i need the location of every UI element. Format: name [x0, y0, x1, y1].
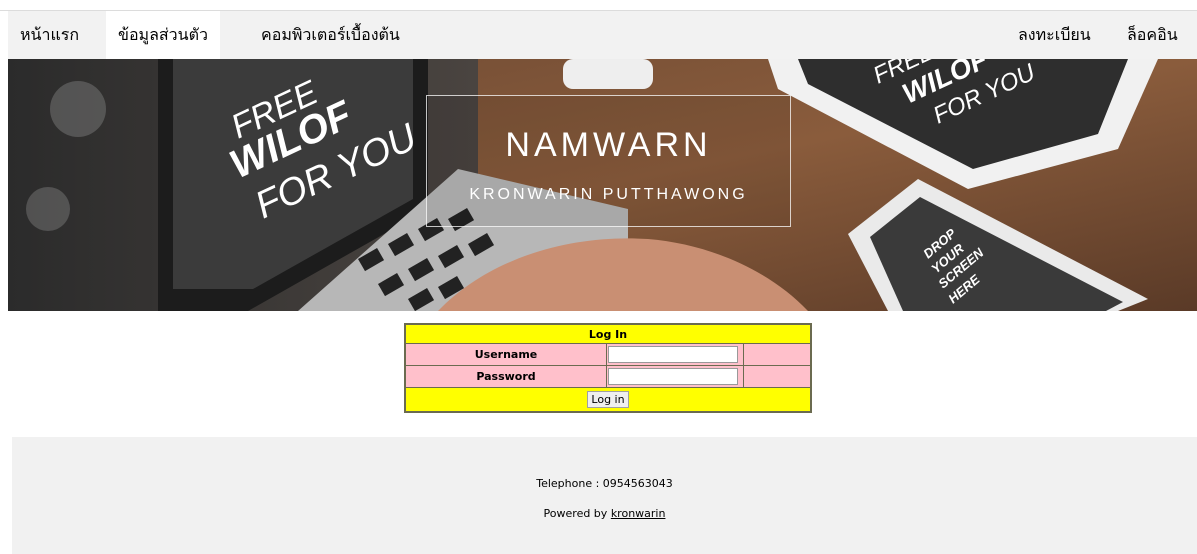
hero-subtitle: KRONWARIN PUTTHAWONG [469, 186, 748, 203]
password-spacer [743, 365, 812, 388]
login-button[interactable]: Log in [587, 391, 629, 408]
nav-home[interactable]: หน้าแรก [8, 11, 91, 59]
nav-register[interactable]: ลงทะเบียน [1006, 11, 1103, 59]
login-button-row: Log in [404, 387, 812, 413]
footer-powered-by: Powered by kronwarin [12, 507, 1197, 520]
username-spacer [743, 343, 812, 366]
password-label: Password [404, 365, 607, 388]
hero-title-box: NAMWARN KRONWARIN PUTTHAWONG [426, 95, 791, 227]
top-navbar: หน้าแรก ข้อมูลส่วนตัว คอมพิวเตอร์เบื้องต… [8, 11, 1197, 59]
nav-profile[interactable]: ข้อมูลส่วนตัว [106, 11, 220, 59]
nav-computer-basics[interactable]: คอมพิวเตอร์เบื้องต้น [249, 11, 412, 59]
login-header: Log In [404, 323, 812, 344]
password-cell [606, 365, 744, 388]
footer-telephone: Telephone : 0954563043 [536, 477, 673, 490]
password-input[interactable] [608, 368, 738, 385]
username-input[interactable] [608, 346, 738, 363]
username-cell [606, 343, 744, 366]
powered-by-link[interactable]: kronwarin [611, 507, 666, 520]
hero-title: NAMWARN [505, 126, 712, 164]
username-label: Username [404, 343, 607, 366]
nav-login[interactable]: ล็อคอิน [1115, 11, 1190, 59]
powered-by-text: Powered by [543, 507, 608, 520]
login-form: Log In Username Password Log in [404, 323, 812, 413]
hero-banner: FREE WILOF FOR YOU FREE WILOF FOR YOU DR… [8, 59, 1197, 311]
footer: Telephone : 0954563043 Powered by kronwa… [12, 437, 1197, 554]
